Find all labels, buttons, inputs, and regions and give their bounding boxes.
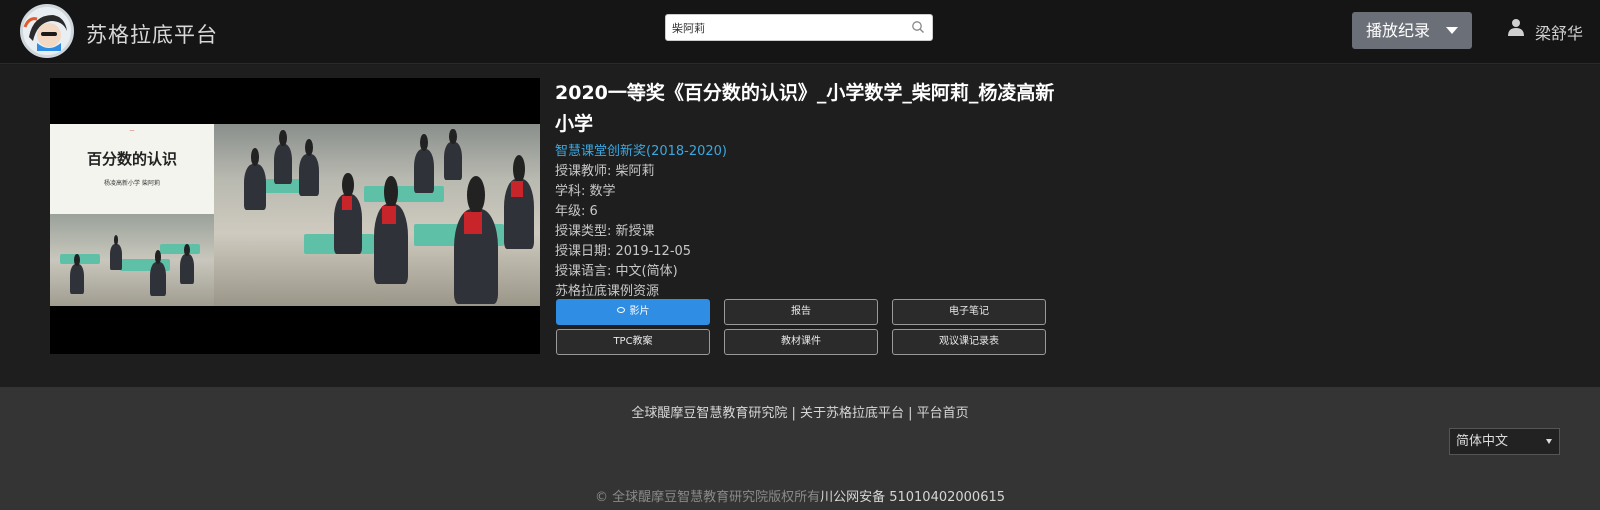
caret-down-icon	[1446, 27, 1458, 34]
teacher-info: 授课教师: 柴阿莉	[555, 164, 655, 179]
courseware-button[interactable]: 教材课件	[724, 329, 878, 355]
page-footer: 全球醍摩豆智慧教育研究院 | 关于苏格拉底平台 | 平台首页 简体中文 © 全球…	[0, 387, 1600, 510]
tpc-lesson-plan-button-label: TPC教案	[613, 336, 653, 347]
slide-title: 百分数的认识	[86, 150, 177, 168]
top-navbar: 苏格拉底平台 播放纪录 梁舒华	[0, 0, 1600, 64]
grade-info: 年级: 6	[555, 204, 598, 219]
language-select[interactable]: 简体中文	[1449, 428, 1560, 455]
observation-record-button[interactable]: 观议课记录表	[892, 329, 1046, 355]
language-select-value: 简体中文	[1456, 434, 1509, 449]
video-button-label: 影片	[629, 306, 650, 317]
e-notes-button[interactable]: 电子笔记	[892, 299, 1046, 325]
lesson-type-info: 授课类型: 新授课	[555, 224, 655, 239]
slide-decoration: —	[129, 128, 135, 134]
logo-avatar-icon	[23, 7, 71, 55]
brand-title[interactable]: 苏格拉底平台	[86, 19, 218, 49]
classroom-camera-secondary	[50, 214, 214, 306]
slide-preview: — 百分数的认识 杨凌高新小学 柴阿莉	[50, 124, 214, 214]
award-link[interactable]: 智慧课堂创新奖(2018-2020)	[555, 140, 727, 159]
slide-subtitle: 杨凌高新小学 柴阿莉	[104, 180, 160, 187]
search-box[interactable]	[665, 14, 933, 41]
lesson-date-info: 授课日期: 2019-12-05	[555, 244, 692, 259]
resource-source-info: 苏格拉底课例资源	[555, 284, 660, 299]
copyright-text: © 全球醍摩豆智慧教育研究院版权所有	[594, 490, 821, 505]
lesson-title: 2020一等奖《百分数的认识》_小学数学_柴阿莉_杨凌高新小学	[555, 82, 1055, 135]
dropdown-arrow-icon	[1546, 439, 1552, 444]
video-button[interactable]: 影片	[556, 299, 710, 325]
lesson-language-info: 授课语言: 中文(简体)	[555, 264, 678, 279]
play-history-label: 播放纪录	[1366, 21, 1431, 40]
copyright-line: © 全球醍摩豆智慧教育研究院版权所有川公网安备 51010402000615	[0, 486, 1600, 505]
tpc-lesson-plan-button[interactable]: TPC教案	[556, 329, 710, 355]
username-link[interactable]: 梁舒华	[1535, 20, 1583, 44]
video-thumbnail[interactable]: — 百分数的认识 杨凌高新小学 柴阿莉	[50, 78, 540, 354]
e-notes-button-label: 电子笔记	[949, 306, 989, 317]
courseware-button-label: 教材课件	[781, 336, 821, 347]
classroom-camera-main	[214, 124, 540, 306]
play-history-dropdown[interactable]: 播放纪录	[1352, 12, 1472, 49]
report-button[interactable]: 报告	[724, 299, 878, 325]
user-icon[interactable]	[1507, 18, 1525, 36]
subject-info: 学科: 数学	[555, 184, 616, 199]
platform-logo[interactable]	[20, 4, 74, 58]
footer-links[interactable]: 全球醍摩豆智慧教育研究院 | 关于苏格拉底平台 | 平台首页	[0, 402, 1600, 421]
observation-record-button-label: 观议课记录表	[939, 336, 999, 347]
icp-record-link[interactable]: 川公网安备 51010402000615	[820, 490, 1005, 505]
report-button-label: 报告	[791, 306, 811, 317]
search-icon[interactable]	[911, 20, 925, 34]
lesson-detail-section: — 百分数的认识 杨凌高新小学 柴阿莉 2020一等奖《百分数的认识》_小学数学…	[0, 65, 1600, 387]
search-input[interactable]	[666, 15, 896, 40]
eye-icon	[616, 307, 625, 313]
